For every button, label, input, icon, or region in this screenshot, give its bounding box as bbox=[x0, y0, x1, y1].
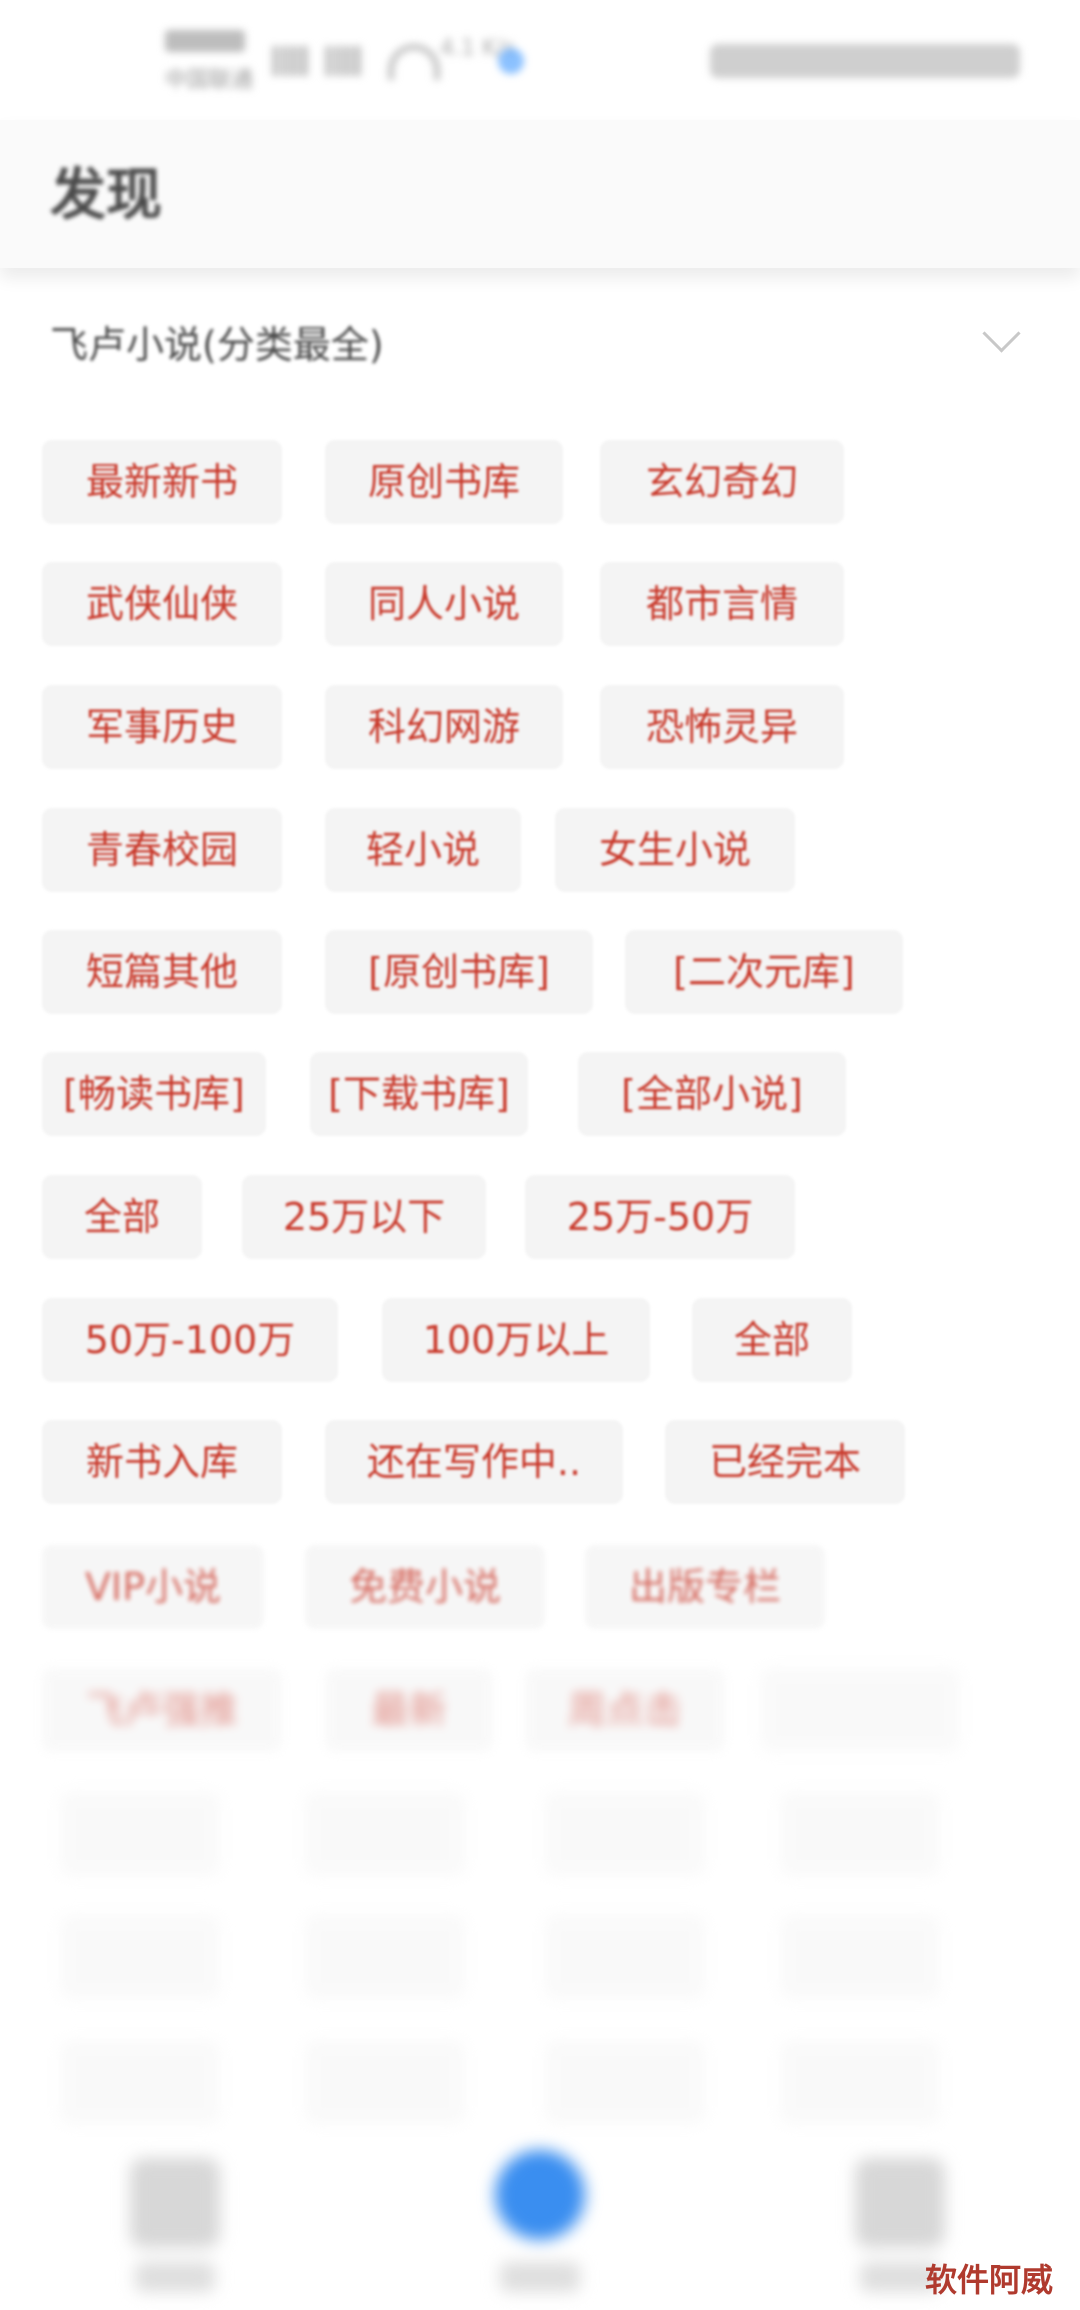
category-chip[interactable]: 50万-100万 bbox=[42, 1298, 338, 1382]
tab-discover-icon[interactable] bbox=[495, 2150, 585, 2240]
category-chip[interactable]: [畅读书库] bbox=[42, 1052, 266, 1136]
category-chip[interactable] bbox=[760, 1668, 960, 1752]
category-chip[interactable]: 恐怖灵异 bbox=[600, 685, 844, 769]
category-chip[interactable] bbox=[780, 1792, 940, 1876]
bottom-tab-bar bbox=[0, 2150, 1080, 2310]
category-chip[interactable]: [原创书库] bbox=[325, 930, 593, 1014]
category-chip[interactable]: 同人小说 bbox=[325, 562, 563, 646]
category-chip[interactable]: VIP小说 bbox=[42, 1545, 264, 1629]
category-chip[interactable] bbox=[305, 1792, 465, 1876]
category-chip[interactable]: 科幻网游 bbox=[325, 685, 563, 769]
category-chip[interactable] bbox=[545, 1792, 705, 1876]
category-chip[interactable]: 女生小说 bbox=[555, 808, 795, 892]
category-chip[interactable] bbox=[60, 1792, 220, 1876]
category-chip[interactable]: 短篇其他 bbox=[42, 930, 282, 1014]
category-chip[interactable]: 都市言情 bbox=[600, 562, 844, 646]
category-grid: 最新新书 原创书库 玄幻奇幻 武侠仙侠 同人小说 都市言情 军事历史 科幻网游 … bbox=[0, 0, 1080, 2310]
category-chip[interactable]: 还在写作中.. bbox=[325, 1420, 623, 1504]
tab-bookshelf-icon[interactable] bbox=[130, 2158, 220, 2248]
category-chip[interactable]: 玄幻奇幻 bbox=[600, 440, 844, 524]
category-chip[interactable] bbox=[780, 2040, 940, 2124]
category-chip[interactable]: 周点击 bbox=[525, 1668, 725, 1752]
tab-discover-label[interactable] bbox=[500, 2262, 580, 2292]
tab-bookshelf-label[interactable] bbox=[135, 2262, 215, 2292]
category-chip[interactable]: 最新新书 bbox=[42, 440, 282, 524]
category-chip[interactable]: [下载书库] bbox=[310, 1052, 528, 1136]
category-chip[interactable]: [二次元库] bbox=[625, 930, 903, 1014]
category-chip[interactable]: 已经完本 bbox=[665, 1420, 905, 1504]
category-chip[interactable] bbox=[545, 2040, 705, 2124]
category-chip[interactable] bbox=[60, 1915, 220, 1999]
category-chip[interactable]: 全部 bbox=[692, 1298, 852, 1382]
category-chip[interactable] bbox=[780, 1915, 940, 1999]
category-chip[interactable]: 全部 bbox=[42, 1175, 202, 1259]
category-chip[interactable] bbox=[305, 1915, 465, 1999]
category-chip[interactable]: 军事历史 bbox=[42, 685, 282, 769]
tab-mine-icon[interactable] bbox=[855, 2158, 945, 2248]
category-chip[interactable]: 飞卢强推 bbox=[42, 1668, 282, 1752]
category-chip[interactable]: 新书入库 bbox=[42, 1420, 282, 1504]
category-chip[interactable]: 25万-50万 bbox=[525, 1175, 795, 1259]
category-chip[interactable]: 武侠仙侠 bbox=[42, 562, 282, 646]
category-chip[interactable]: [全部小说] bbox=[578, 1052, 846, 1136]
category-chip[interactable]: 原创书库 bbox=[325, 440, 563, 524]
category-chip[interactable] bbox=[60, 2040, 220, 2124]
category-chip[interactable]: 轻小说 bbox=[325, 808, 521, 892]
category-chip[interactable]: 免费小说 bbox=[305, 1545, 545, 1629]
category-chip[interactable] bbox=[305, 2040, 465, 2124]
category-chip[interactable]: 最新 bbox=[325, 1668, 493, 1752]
category-chip[interactable]: 出版专栏 bbox=[585, 1545, 825, 1629]
category-chip[interactable]: 25万以下 bbox=[242, 1175, 486, 1259]
watermark: 软件阿威 bbox=[925, 2261, 1054, 2299]
category-chip[interactable] bbox=[545, 1915, 705, 1999]
category-chip[interactable]: 100万以上 bbox=[382, 1298, 650, 1382]
category-chip[interactable]: 青春校园 bbox=[42, 808, 282, 892]
